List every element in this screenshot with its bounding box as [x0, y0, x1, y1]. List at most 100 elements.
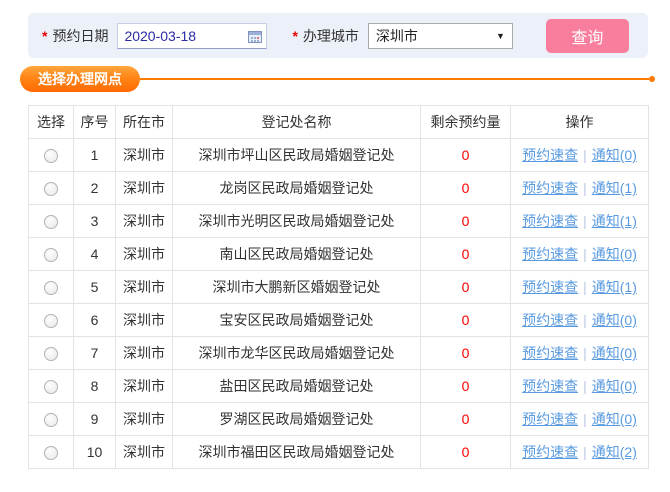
- link-separator: |: [583, 246, 587, 262]
- query-panel: * 预约日期 * 办理城市 深圳市 ▼ 查询: [28, 13, 648, 58]
- remaining-count: 0: [421, 436, 511, 469]
- table-row: 9 深圳市 罗湖区民政局婚姻登记处 0 预约速查|通知(0): [29, 403, 649, 436]
- date-field-wrap: [117, 23, 267, 49]
- date-label: 预约日期: [52, 26, 108, 46]
- branch-radio[interactable]: [44, 215, 58, 229]
- section-divider-dot: [649, 76, 655, 82]
- row-city: 深圳市: [116, 205, 173, 238]
- branch-radio[interactable]: [44, 446, 58, 460]
- notice-link[interactable]: 通知(0): [592, 411, 637, 427]
- registry-name: 深圳市大鹏新区婚姻登记处: [173, 271, 421, 304]
- select-cell: [29, 271, 74, 304]
- header-actions: 操作: [511, 106, 649, 139]
- branch-radio[interactable]: [44, 347, 58, 361]
- notice-link[interactable]: 通知(1): [592, 213, 637, 229]
- link-separator: |: [583, 147, 587, 163]
- actions-cell: 预约速查 | 通知(1): [511, 271, 649, 304]
- quick-check-link[interactable]: 预约速查: [522, 444, 578, 460]
- registry-name: 深圳市龙华区民政局婚姻登记处: [173, 337, 421, 370]
- quick-check-link[interactable]: 预约速查: [522, 312, 578, 328]
- table-row: 1 深圳市 深圳市坪山区民政局婚姻登记处 0 预约速查 | 通知(0): [29, 139, 649, 172]
- notice-link[interactable]: 通知(1): [592, 180, 637, 196]
- quick-check-link[interactable]: 预约速查: [522, 345, 578, 361]
- row-city: 深圳市: [116, 139, 173, 172]
- link-separator: |: [583, 378, 587, 394]
- city-label: 办理城市: [303, 26, 359, 46]
- branch-radio[interactable]: [44, 281, 58, 295]
- city-field-wrap: * 办理城市: [292, 26, 358, 46]
- section-title-pill: 选择办理网点: [20, 66, 140, 92]
- select-cell: [29, 304, 74, 337]
- select-cell: [29, 403, 74, 436]
- actions-cell: 预约速查|通知(0): [511, 337, 649, 370]
- select-cell: [29, 238, 74, 271]
- registry-name: 罗湖区民政局婚姻登记处: [173, 403, 421, 436]
- table-header-row: 选择 序号 所在市 登记处名称 剩余预约量 操作: [29, 106, 649, 139]
- notice-link[interactable]: 通知(0): [592, 345, 637, 361]
- link-separator: |: [583, 180, 587, 196]
- city-select[interactable]: 深圳市 ▼: [368, 23, 513, 49]
- calendar-icon[interactable]: [248, 30, 262, 43]
- query-button[interactable]: 查询: [546, 19, 629, 53]
- select-cell: [29, 205, 74, 238]
- actions-cell: 预约速查 | 通知(0): [511, 370, 649, 403]
- select-cell: [29, 370, 74, 403]
- quick-check-link[interactable]: 预约速查: [522, 378, 578, 394]
- row-city: 深圳市: [116, 337, 173, 370]
- notice-link[interactable]: 通知(2): [592, 444, 637, 460]
- actions-cell: 预约速查|通知(0): [511, 304, 649, 337]
- appointment-date-input[interactable]: [117, 23, 267, 49]
- registry-name: 深圳市坪山区民政局婚姻登记处: [173, 139, 421, 172]
- notice-link[interactable]: 通知(1): [592, 279, 637, 295]
- registry-name: 南山区民政局婚姻登记处: [173, 238, 421, 271]
- actions-cell: 预约速查|通知(1): [511, 205, 649, 238]
- header-city: 所在市: [116, 106, 173, 139]
- branch-radio[interactable]: [44, 248, 58, 262]
- row-city: 深圳市: [116, 304, 173, 337]
- row-city: 深圳市: [116, 172, 173, 205]
- branch-radio[interactable]: [44, 314, 58, 328]
- row-index: 5: [74, 271, 116, 304]
- table-row: 10 深圳市 深圳市福田区民政局婚姻登记处 0 预约速查|通知(2): [29, 436, 649, 469]
- row-index: 7: [74, 337, 116, 370]
- required-asterisk: *: [42, 28, 47, 44]
- row-city: 深圳市: [116, 370, 173, 403]
- registry-name: 盐田区民政局婚姻登记处: [173, 370, 421, 403]
- quick-check-link[interactable]: 预约速查: [522, 147, 578, 163]
- required-asterisk: *: [292, 28, 297, 44]
- table-row: 2 深圳市 龙岗区民政局婚姻登记处 0 预约速查|通知(1): [29, 172, 649, 205]
- notice-link[interactable]: 通知(0): [592, 378, 637, 394]
- branch-table-body: 1 深圳市 深圳市坪山区民政局婚姻登记处 0 预约速查|通知(0) 2 深圳市 …: [29, 139, 649, 469]
- header-select: 选择: [29, 106, 74, 139]
- registry-name: 宝安区民政局婚姻登记处: [173, 304, 421, 337]
- quick-check-link[interactable]: 预约速查: [522, 180, 578, 196]
- row-index: 9: [74, 403, 116, 436]
- row-index: 3: [74, 205, 116, 238]
- row-city: 深圳市: [116, 238, 173, 271]
- link-separator: |: [583, 279, 587, 295]
- link-separator: |: [583, 444, 587, 460]
- row-index: 1: [74, 139, 116, 172]
- branch-radio[interactable]: [44, 413, 58, 427]
- row-index: 10: [74, 436, 116, 469]
- branch-radio[interactable]: [44, 380, 58, 394]
- notice-link[interactable]: 通知(0): [592, 147, 637, 163]
- link-separator: |: [583, 411, 587, 427]
- quick-check-link[interactable]: 预约速查: [522, 411, 578, 427]
- quick-check-link[interactable]: 预约速查: [522, 279, 578, 295]
- chevron-down-icon: ▼: [496, 31, 505, 41]
- quick-check-link[interactable]: 预约速查: [522, 213, 578, 229]
- notice-link[interactable]: 通知(0): [592, 312, 637, 328]
- table-row: 6 深圳市 宝安区民政局婚姻登记处 0 预约速查|通知(0): [29, 304, 649, 337]
- select-cell: [29, 139, 74, 172]
- actions-cell: 预约速查 | 通知(2): [511, 436, 649, 469]
- notice-link[interactable]: 通知(0): [592, 246, 637, 262]
- branch-radio[interactable]: [44, 182, 58, 196]
- table-row: 5 深圳市 深圳市大鹏新区婚姻登记处 0 预约速查|通知(1): [29, 271, 649, 304]
- section-divider-line: [140, 78, 649, 80]
- branch-radio[interactable]: [44, 149, 58, 163]
- row-city: 深圳市: [116, 271, 173, 304]
- remaining-count: 0: [421, 139, 511, 172]
- table-row: 8 深圳市 盐田区民政局婚姻登记处 0 预约速查|通知(0): [29, 370, 649, 403]
- quick-check-link[interactable]: 预约速查: [522, 246, 578, 262]
